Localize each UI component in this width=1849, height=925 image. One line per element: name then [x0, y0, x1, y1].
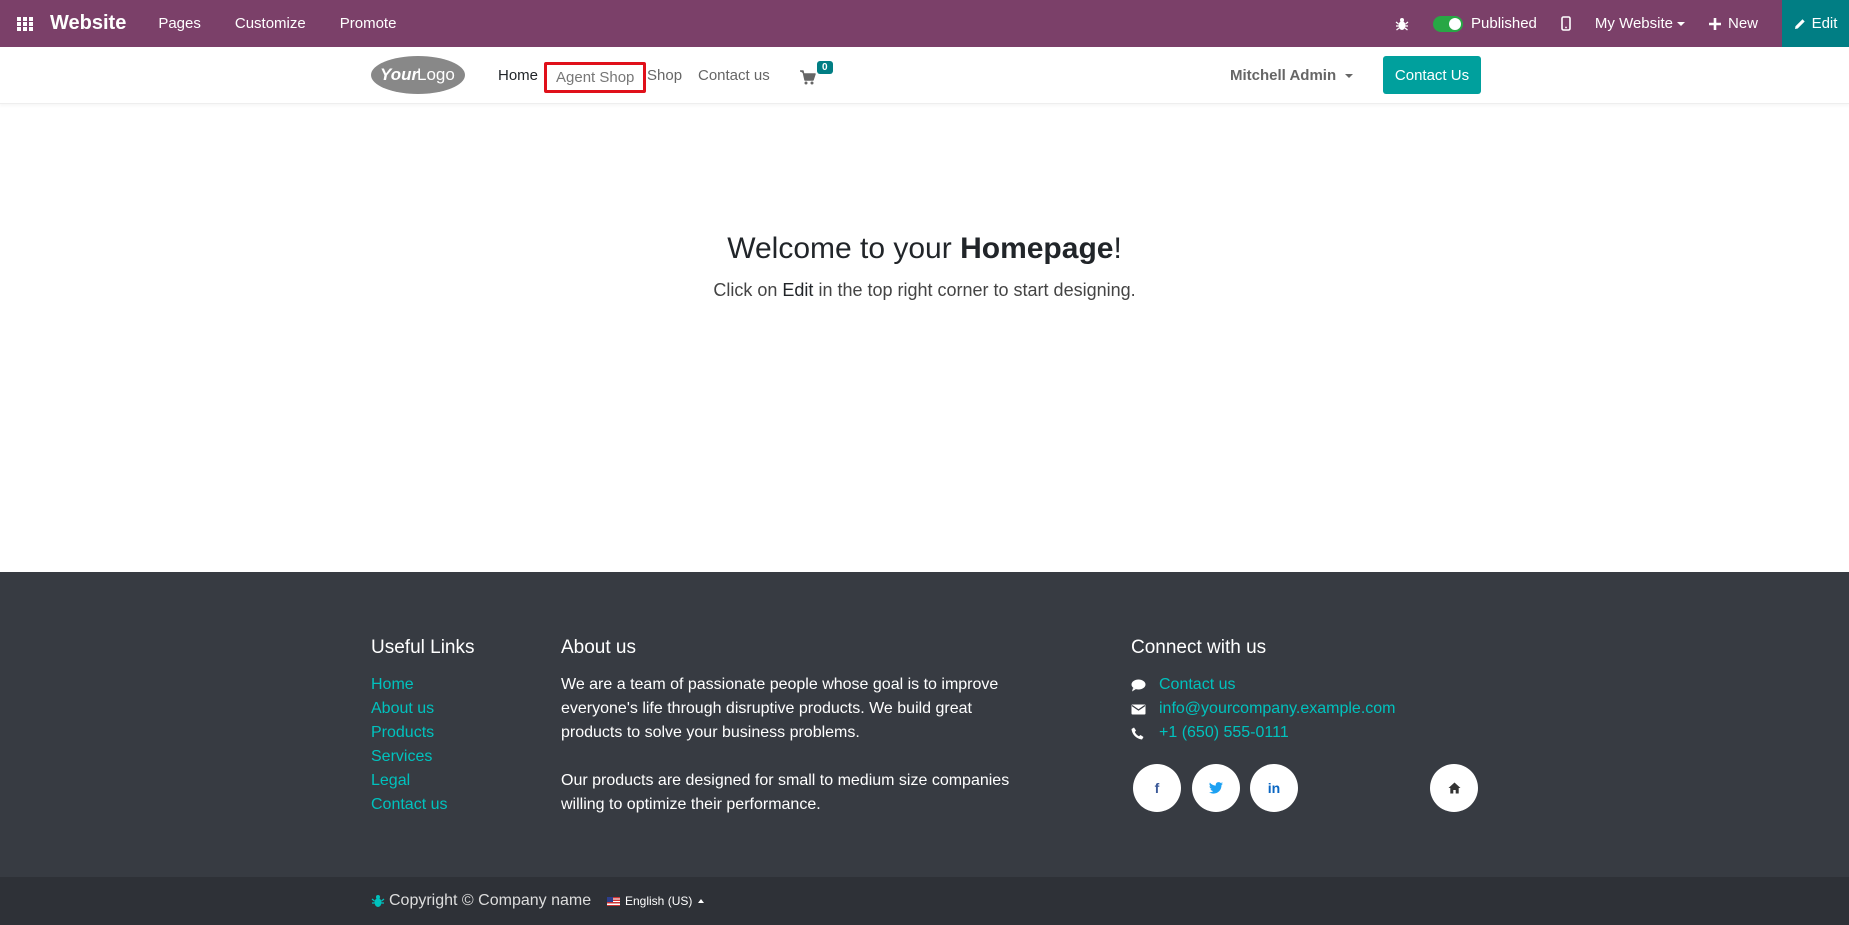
user-menu[interactable]: Mitchell Admin	[1230, 47, 1354, 104]
footer: Useful Links Home About us Products Serv…	[0, 572, 1849, 877]
svg-text:Your: Your	[380, 65, 419, 84]
twitter-icon	[1209, 782, 1223, 794]
pencil-icon	[1794, 18, 1805, 29]
chevron-down-icon	[1345, 73, 1354, 78]
cart-icon	[800, 70, 816, 85]
cart-button[interactable]: 0	[800, 61, 833, 85]
debug-button[interactable]	[1395, 17, 1409, 31]
facebook-icon: f	[1154, 780, 1160, 796]
nav-agent-shop[interactable]: Agent Shop	[544, 62, 647, 93]
connect-title: Connect with us	[1131, 637, 1267, 658]
edit-button[interactable]: Edit	[1782, 0, 1849, 47]
edit-word: Edit	[782, 280, 814, 300]
useful-links-title: Useful Links	[371, 637, 475, 658]
new-label: New	[1727, 15, 1758, 32]
copyright-text: Copyright © Company name	[389, 892, 592, 909]
menu-customize[interactable]: Customize	[235, 15, 306, 32]
app-brand[interactable]: Website	[50, 12, 126, 35]
cart-count-badge: 0	[817, 61, 833, 74]
copyright-bar: Copyright © Company name English (US)	[0, 877, 1849, 925]
social-links: f in	[1133, 764, 1483, 814]
svg-text:Logo: Logo	[417, 65, 455, 84]
footer-link-legal[interactable]: Legal	[371, 769, 475, 793]
footer-link-contact[interactable]: Contact us	[371, 793, 475, 817]
copyright-text-wrap: Copyright © Company name	[371, 877, 591, 925]
publish-toggle[interactable]: Published	[1433, 15, 1537, 32]
footer-link-products[interactable]: Products	[371, 721, 475, 745]
about-section: About us We are a team of passionate peo…	[561, 637, 1021, 817]
nav-home[interactable]: Home	[498, 47, 538, 104]
twitter-button[interactable]	[1192, 764, 1240, 812]
connect-phone-link[interactable]: +1 (650) 555-0111	[1131, 721, 1396, 745]
site-header: Your Logo Home Agent Shop Shop Contact u…	[0, 47, 1849, 104]
nav-shop[interactable]: Shop	[647, 47, 682, 104]
connect-contact-link[interactable]: Contact us	[1131, 673, 1396, 697]
contact-us-button[interactable]: Contact Us	[1383, 56, 1481, 94]
bug-icon	[371, 895, 385, 907]
footer-link-home[interactable]: Home	[371, 673, 475, 697]
menu-pages[interactable]: Pages	[158, 15, 201, 32]
facebook-button[interactable]: f	[1133, 764, 1181, 812]
about-paragraph-2: Our products are designed for small to m…	[561, 772, 1010, 813]
publish-label: Published	[1471, 15, 1537, 32]
us-flag-icon	[607, 896, 620, 906]
footer-link-about[interactable]: About us	[371, 697, 475, 721]
connect-section: Connect with us Contact us info@yourcomp…	[1131, 637, 1396, 745]
logo-image: Your Logo	[371, 56, 465, 94]
about-paragraph-1: We are a team of passionate people whose…	[561, 676, 999, 741]
about-title: About us	[561, 637, 636, 658]
new-button[interactable]: New	[1708, 15, 1758, 32]
website-switcher[interactable]: My Website	[1595, 15, 1685, 32]
plus-icon	[1708, 17, 1721, 30]
phone-icon	[1131, 727, 1144, 739]
mobile-preview-button[interactable]	[1561, 16, 1571, 31]
bug-icon	[1395, 17, 1409, 31]
connect-email-link[interactable]: info@yourcompany.example.com	[1131, 697, 1396, 721]
admin-navbar: Website Pages Customize Promote Publishe…	[0, 0, 1849, 47]
publish-switch[interactable]	[1433, 15, 1464, 32]
home-button[interactable]	[1430, 764, 1478, 812]
site-logo[interactable]: Your Logo	[371, 55, 466, 95]
user-name: Mitchell Admin	[1230, 67, 1337, 84]
comment-icon	[1131, 679, 1146, 691]
chevron-up-icon	[698, 899, 705, 903]
linkedin-icon: in	[1267, 780, 1281, 796]
footer-link-services[interactable]: Services	[371, 745, 475, 769]
home-icon	[1448, 782, 1460, 794]
edit-label: Edit	[1811, 15, 1838, 32]
menu-promote[interactable]: Promote	[340, 15, 397, 32]
homepage-title-bold: Homepage	[960, 232, 1114, 265]
language-selector[interactable]: English (US)	[607, 877, 705, 925]
chevron-down-icon	[1676, 21, 1685, 26]
homepage-subtitle: Click on Edit in the top right corner to…	[713, 280, 1136, 300]
homepage-title: Welcome to your Homepage!	[727, 232, 1122, 265]
mobile-icon	[1561, 16, 1571, 31]
nav-contact-us[interactable]: Contact us	[698, 47, 770, 104]
useful-links-section: Useful Links Home About us Products Serv…	[371, 637, 475, 817]
linkedin-button[interactable]: in	[1250, 764, 1298, 812]
website-switcher-label: My Website	[1594, 15, 1673, 32]
grid-icon	[17, 16, 33, 31]
envelope-icon	[1131, 704, 1146, 714]
language-label: English (US)	[625, 894, 693, 908]
apps-menu-button[interactable]	[0, 0, 50, 47]
